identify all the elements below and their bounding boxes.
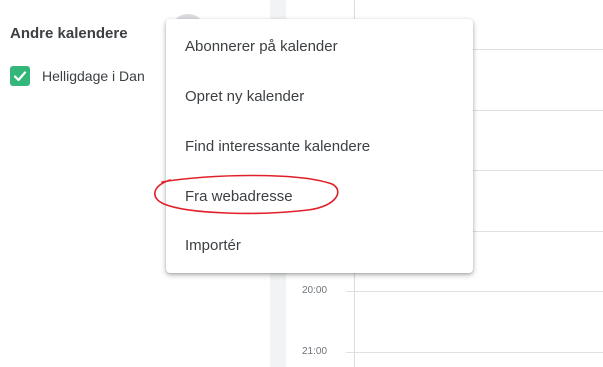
calendar-list-item[interactable]: Helligdage i Dan (10, 64, 145, 88)
menu-item-import[interactable]: Importér (166, 220, 473, 270)
calendar-label: Helligdage i Dan (42, 68, 145, 84)
grid-hour-line (346, 352, 603, 353)
check-icon[interactable] (10, 66, 30, 86)
time-label: 21:00 (302, 346, 328, 357)
menu-item-browse-interesting[interactable]: Find interessante kalendere (166, 121, 473, 171)
time-label: 20:00 (302, 285, 328, 296)
menu-item-subscribe[interactable]: Abonnerer på kalender (166, 21, 473, 71)
grid-hour-line (346, 291, 603, 292)
menu-item-from-url[interactable]: Fra webadresse (166, 171, 473, 221)
add-calendar-menu: Abonnerer på kalender Opret ny kalender … (166, 19, 473, 273)
other-calendars-title: Andre kalendere (10, 25, 128, 42)
menu-item-create-new[interactable]: Opret ny kalender (166, 71, 473, 121)
